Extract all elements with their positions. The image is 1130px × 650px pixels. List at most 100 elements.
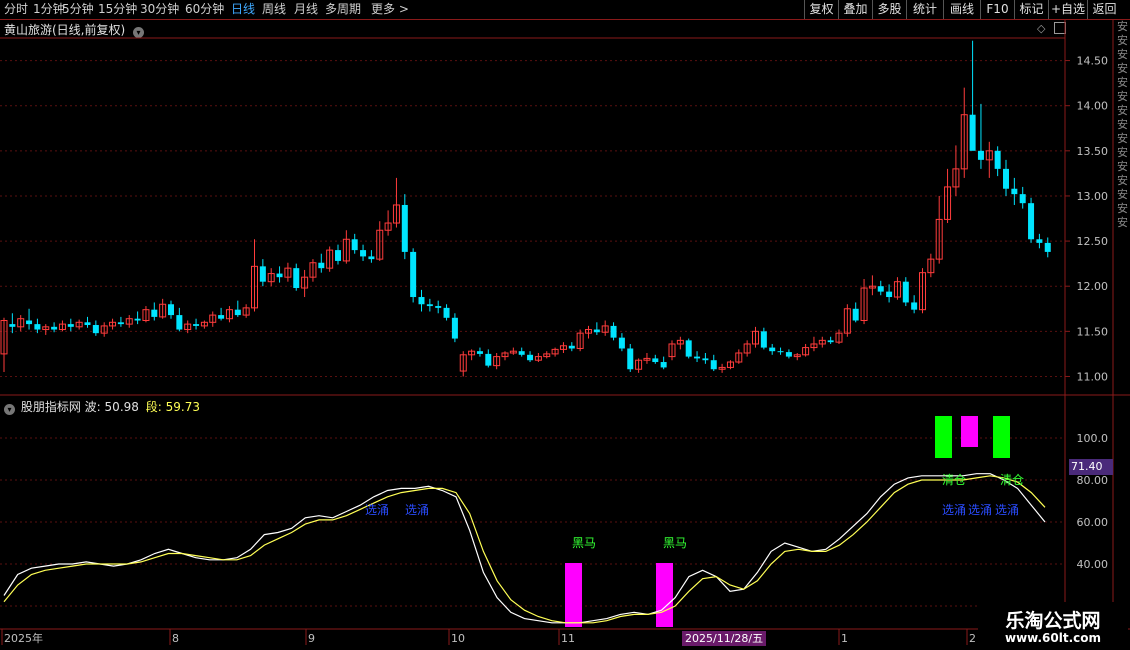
wave-line [3, 473, 1046, 624]
right-info-strip: 安安安安安安安安安安安安安安安 [1117, 20, 1128, 229]
candle-body-down [360, 250, 367, 257]
candle-body-down [51, 326, 58, 330]
xuanyong-label: 选涌 [365, 503, 389, 517]
candle-body-down [410, 251, 417, 298]
candle-body-down [426, 304, 433, 307]
candle-body-down [117, 322, 124, 325]
candle-body-down [67, 324, 74, 327]
heima-bar [961, 416, 978, 447]
candle-body-down [877, 286, 884, 292]
indicator-tick-label: 60.00 [1077, 516, 1109, 529]
candle-body-down [259, 266, 266, 282]
price-tick-label: 14.50 [1077, 55, 1109, 68]
seg-value: 59.73 [165, 400, 200, 414]
candle-body-down [977, 150, 984, 160]
candle-body-down [351, 239, 358, 251]
candle-body-down [852, 308, 859, 321]
qingcang-label: 清仓 [1000, 473, 1024, 487]
candle-body-down [134, 318, 141, 321]
candle-body-down [769, 347, 776, 352]
candle-body-down [1011, 188, 1018, 195]
candle-body-down [627, 348, 634, 370]
time-tick-label: 2 [969, 632, 976, 645]
candle-body-down [443, 307, 450, 318]
grid-lines [0, 20, 1130, 650]
time-tick-label: 2025年 [4, 631, 43, 645]
price-tick-label: 13.50 [1077, 145, 1109, 158]
candle-body-down [168, 304, 174, 316]
candle-body-down [84, 322, 91, 326]
candle-body-down [1036, 239, 1043, 243]
candle-body-down [368, 256, 375, 260]
candle-body-down [1028, 203, 1035, 240]
candle-body-down [902, 281, 909, 303]
candle-body-down [34, 324, 41, 330]
candle-body-down [193, 324, 200, 326]
candle-body-down [293, 268, 300, 289]
candle-body-down [518, 351, 525, 355]
qingcang-label: 清仓 [942, 473, 966, 487]
candle-body-down [694, 356, 701, 359]
indicator-name: 股朋指标网 [20, 400, 81, 414]
time-tick-label: 9 [308, 632, 315, 645]
xuanyong-label: 选涌 [942, 503, 966, 517]
time-tick-label: 8 [172, 632, 179, 645]
indicator-lines [3, 473, 1046, 624]
watermark: 乐淘公式网 www.60lt.com [978, 602, 1128, 650]
heima-bar [656, 563, 673, 627]
seg-label: 段: [145, 400, 162, 414]
time-tick-label: 1 [841, 632, 848, 645]
candle-body-down [710, 360, 717, 370]
candle-body-down [476, 351, 483, 354]
heima-label: 黑马 [572, 536, 596, 550]
candle-body-down [234, 309, 241, 316]
wave-value: 50.98 [104, 400, 139, 414]
xuanyong-label: 选涌 [968, 503, 992, 517]
candle-body-down [994, 150, 1001, 169]
price-tick-label: 11.50 [1077, 325, 1109, 338]
candle-body-down [969, 114, 976, 151]
candle-body-down [151, 309, 158, 317]
candle-body-down [485, 353, 492, 366]
seg-line [3, 475, 1046, 624]
time-tick-label: 11 [561, 632, 575, 645]
candle-body-down [610, 325, 617, 338]
cursor-date: 2025/11/28/五 [682, 631, 767, 646]
signal-labels: 选涌 选涌 选涌 选涌 选涌黑马 黑马清仓 清仓 [365, 473, 1024, 550]
candle-body-down [777, 351, 784, 353]
watermark-url: www.60lt.com [1004, 631, 1102, 645]
candle-body-down [618, 337, 625, 349]
time-axis: 2025年 8 9 10 11 1 2 [1, 629, 976, 645]
candle-body-down [435, 306, 442, 308]
watermark-title: 乐淘公式网 [1005, 610, 1101, 632]
indicator-tick-label: 100.0 [1077, 432, 1109, 445]
candle-body-down [785, 352, 792, 357]
candle-body-down [26, 320, 33, 325]
candle-body-down [1003, 168, 1009, 189]
candle-body-down [218, 315, 225, 319]
chevron-down-icon[interactable]: ▾ [4, 404, 15, 415]
candle-body-down [660, 362, 667, 368]
candle-body-down [702, 358, 709, 361]
heima-label: 黑马 [663, 536, 687, 550]
candle-body-down [652, 358, 659, 363]
xuanyong-label: 选涌 [405, 503, 429, 517]
candle-body-down [92, 325, 99, 334]
candle-body-down [401, 204, 408, 252]
candle-body-down [685, 340, 692, 357]
price-tick-label: 14.00 [1077, 100, 1109, 113]
qingcang-bar [935, 416, 952, 458]
indicator-tick-label: 80.00 [1077, 474, 1109, 487]
candle-body-down [886, 291, 893, 298]
candle-body-down [760, 331, 767, 348]
candle-body-down [451, 317, 458, 339]
price-tick-label: 12.00 [1077, 280, 1109, 293]
kline-chart: 14.50 14.00 13.50 13.00 12.50 12.00 11.50 11.00… [0, 20, 1130, 650]
current-value-marker: 71.40 [1069, 459, 1113, 475]
indicator-panel-header: ▾ 股朋指标网 波: 50.98 段: 59.73 [4, 398, 200, 415]
candle-body-down [1019, 194, 1026, 204]
candle-body-down [335, 250, 341, 261]
candle-body-down [911, 302, 918, 310]
price-axis: 14.50 14.00 13.50 13.00 12.50 12.00 11.50 11.00 [1065, 55, 1109, 383]
price-tick-label: 11.00 [1077, 370, 1109, 383]
